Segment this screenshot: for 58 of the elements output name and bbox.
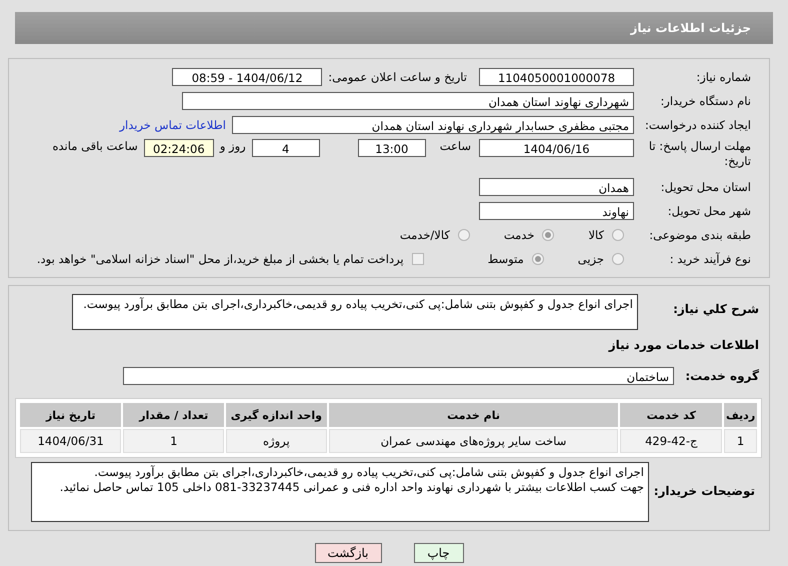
table-cell: 1 [123, 429, 224, 453]
table-cell: 1 [724, 429, 757, 453]
requester-field: مجتبی مظفری حسابدار شهرداری نهاوند استان همدان [232, 116, 634, 134]
field-label: نام دستگاه خریدار: [659, 94, 752, 108]
radio-label: جزیی [578, 252, 604, 266]
field-label: گروه خدمت: [684, 369, 759, 383]
radio-button[interactable] [612, 253, 624, 265]
field-label: نوع فرآیند خرید : [668, 252, 752, 266]
field-label: ساعت باقی مانده [52, 139, 138, 153]
buyer-contact-link[interactable]: اطلاعات تماس خریدار [119, 118, 226, 132]
buyer-org-field: شهرداری نهاوند استان همدان [182, 92, 634, 110]
radio-button[interactable] [532, 253, 544, 265]
announce-date-field: 1404/06/12 - 08:59 [172, 68, 322, 86]
radio-button[interactable] [542, 229, 554, 241]
city-field: نهاوند [479, 202, 634, 220]
field-label: شرح کلي نياز: [672, 301, 759, 316]
section-heading: اطلاعات خدمات مورد نیاز [607, 337, 760, 354]
table-cell: ساخت سایر پروژه‌های مهندسی عمران [328, 429, 618, 453]
table-cell: پروژه [226, 429, 327, 453]
field-label: ساعت [440, 139, 471, 153]
service-group-field: ساختمان [123, 367, 674, 385]
back-button[interactable]: بازگشت [314, 543, 382, 563]
field-label: استان محل تحویل: [660, 180, 752, 194]
page-title: جزئیات اطلاعات نیاز [630, 21, 751, 35]
radio-label: خدمت [504, 228, 534, 242]
radio-label: کالا [588, 228, 604, 242]
radio-button[interactable] [612, 229, 624, 241]
radio-label: متوسط [488, 252, 524, 266]
deadline-time-field: 13:00 [358, 139, 426, 157]
days-field: 4 [252, 139, 320, 157]
field-label: مهلت ارسال پاسخ: تا تاریخ: [648, 139, 752, 169]
field-label: تاریخ و ساعت اعلان عمومی: [328, 70, 467, 84]
province-field: همدان [479, 178, 634, 196]
field-label: شهر محل تحویل: [666, 204, 752, 218]
table-cell: ج-42-429 [620, 429, 722, 453]
notes-line: اجرای انواع جدول و کفپوش بتنی شامل:پی کنی،تخریب پیاده رو قدیمی،خاکبرداری،اجرای بتن مطابق برآورد پیوست. [94, 465, 644, 479]
radio-label: کالا/خدمت [400, 228, 450, 242]
table-cell: 1404/06/31 [20, 429, 122, 453]
description-box: اجرای انواع جدول و کفپوش بتنی شامل:پی کنی،تخریب پیاده رو قدیمی،خاکبرداری،اجرای بتن مطابق برآورد پیوست. [72, 294, 638, 330]
radio-button[interactable] [458, 229, 470, 241]
print-button[interactable]: چاپ [414, 543, 464, 563]
column-header: ردیف [724, 403, 757, 427]
field-label: شماره نیاز: [695, 70, 752, 84]
field-label: ایجاد کننده درخواست: [644, 118, 752, 132]
need-number-field: 1104050001000078 [479, 68, 634, 86]
column-header: نام خدمت [328, 403, 618, 427]
checkbox[interactable] [412, 253, 424, 265]
checkbox-label: پرداخت تمام یا بخشی از مبلغ خرید،از محل "اسناد خزانه اسلامی" خواهد بود. [36, 252, 404, 266]
column-header: تاریخ نیاز [20, 403, 122, 427]
column-header: واحد اندازه گیری [226, 403, 327, 427]
field-label: توضیحات خریدار: [655, 483, 756, 498]
notes-line: جهت کسب اطلاعات بیشتر با شهرداری نهاوند واحد اداره فنی و عمرانی 33237445-081 داخلی 105 تماس حاصل نمائید. [60, 480, 644, 494]
remaining-time-field: 02:24:06 [144, 139, 214, 157]
field-label: روز و [220, 139, 246, 153]
field-label: طبقه بندی موضوعی: [648, 228, 752, 242]
column-header: تعداد / مقدار [123, 403, 224, 427]
deadline-date-field: 1404/06/16 [479, 139, 634, 157]
column-header: کد خدمت [620, 403, 722, 427]
